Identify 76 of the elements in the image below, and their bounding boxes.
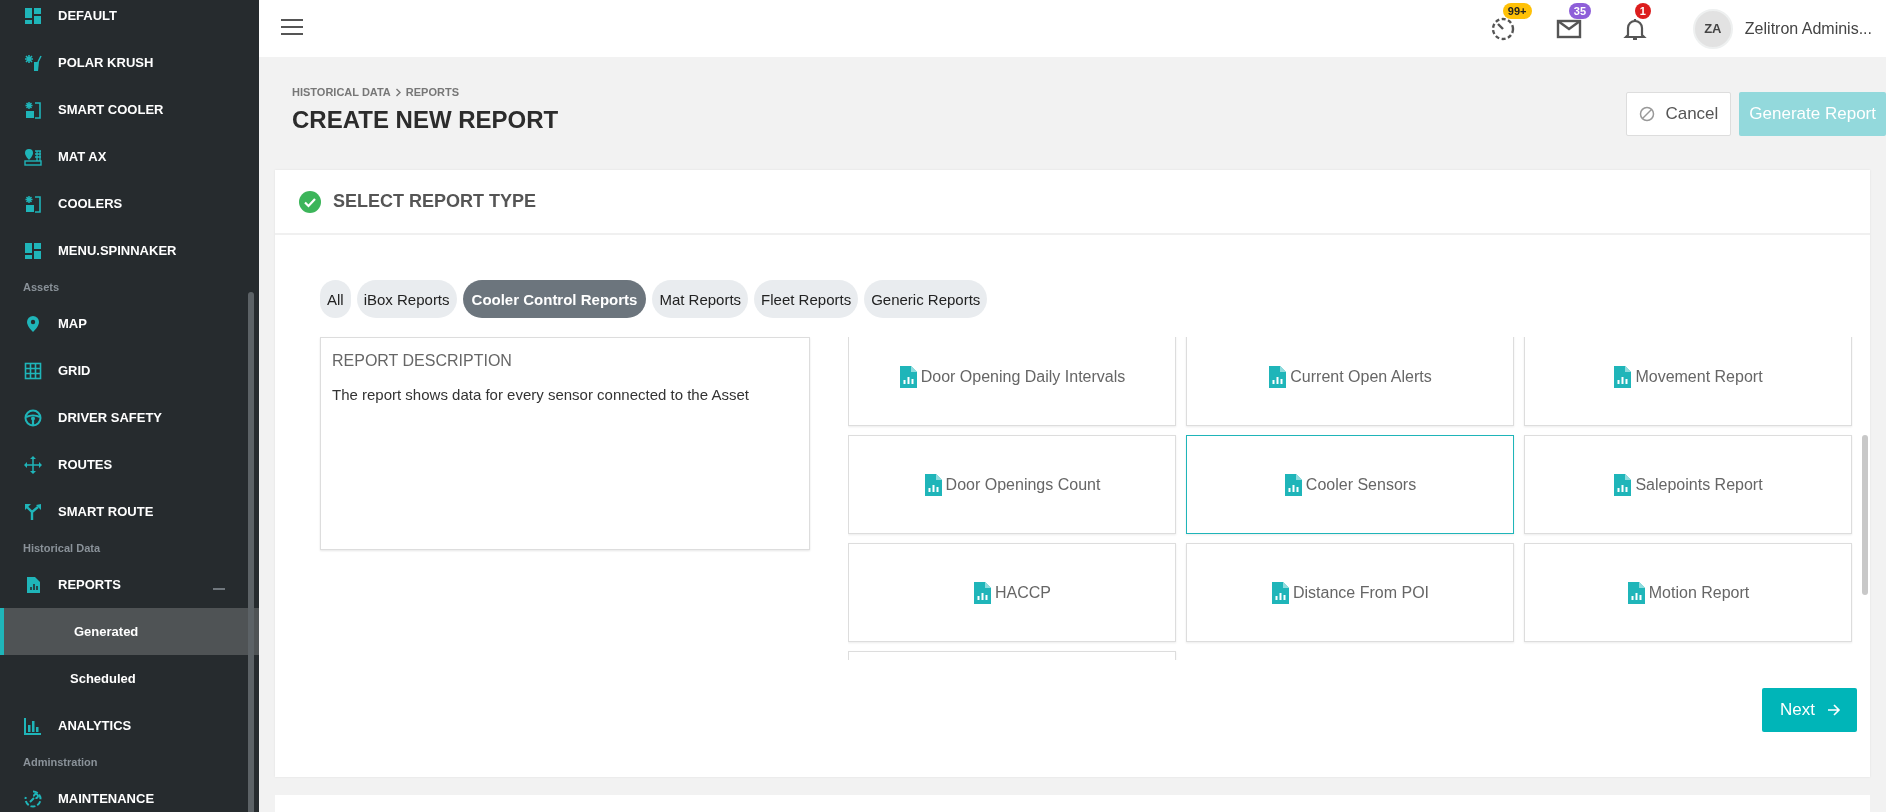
- sidebar-link[interactable]: MAP: [58, 316, 87, 331]
- report-tile[interactable]: Door Opening Daily Intervals: [848, 337, 1176, 426]
- dashboard-icon: [24, 241, 42, 260]
- scrollbar[interactable]: [1862, 435, 1868, 595]
- count-badge: 99+: [1502, 2, 1532, 19]
- map-pin-icon: [24, 314, 42, 333]
- sidebar-link[interactable]: SMART ROUTE: [58, 504, 154, 519]
- sidebar-link[interactable]: ANALYTICS: [58, 718, 132, 733]
- report-tile[interactable]: HACCP: [848, 543, 1176, 642]
- steering-wheel-icon: [24, 408, 42, 427]
- count-badge: 1: [1634, 2, 1651, 19]
- description-text: The report shows data for every sensor connected to the Asset: [332, 385, 750, 405]
- ban-icon: [1639, 106, 1656, 122]
- description-heading: REPORT DESCRIPTION: [332, 352, 513, 370]
- report-tile[interactable]: Movement Report: [1524, 337, 1852, 426]
- file-chart-icon: [1283, 473, 1302, 496]
- file-chart-icon: [1271, 581, 1289, 604]
- report-tile[interactable]: Motion Report: [1524, 543, 1852, 642]
- fridge-snowflake-icon: [24, 194, 42, 213]
- sidebar-link[interactable]: DEFAULT: [58, 8, 117, 23]
- count-badge: 35: [1568, 2, 1592, 19]
- page-title: CREATE NEW REPORT: [292, 106, 559, 134]
- sidebar-link[interactable]: ROUTES: [58, 457, 113, 472]
- report-tile[interactable]: Salepoints Report: [1524, 435, 1852, 534]
- file-chart-icon: [923, 473, 942, 496]
- sidebar-link[interactable]: POLAR KRUSH: [58, 55, 154, 70]
- filter-tab[interactable]: Mat Reports: [652, 280, 749, 318]
- submenu-item[interactable]: Scheduled: [0, 655, 259, 702]
- bar-chart-icon: [24, 716, 42, 735]
- arrow-right-icon: [1827, 704, 1841, 716]
- scrollbar[interactable]: [248, 292, 254, 812]
- report-tile[interactable]: Current Open Alerts: [1186, 337, 1514, 426]
- sidebar-link[interactable]: REPORTS: [58, 577, 121, 592]
- file-chart-icon: [1268, 365, 1287, 388]
- filter-tab[interactable]: Fleet Reports: [754, 280, 859, 318]
- file-chart-icon: [1613, 365, 1632, 388]
- report-tile[interactable]: Cooler Sensors: [1186, 435, 1514, 534]
- file-chart-icon: [1626, 581, 1645, 604]
- pin-grid-icon: [24, 147, 42, 166]
- file-chart-icon: [973, 581, 991, 604]
- report-tile[interactable]: Door Openings Count: [848, 435, 1176, 534]
- sidebar-link[interactable]: GRID: [58, 363, 91, 378]
- wrench-cycle-icon: [24, 789, 42, 808]
- file-chart-icon: [898, 365, 917, 388]
- section-label: Assets: [22, 280, 61, 295]
- move-arrows-icon: [24, 455, 42, 474]
- file-chart-icon: [24, 575, 42, 594]
- submenu-item[interactable]: Generated: [0, 608, 259, 655]
- section-label: Historical Data: [22, 541, 102, 556]
- menu-icon[interactable]: [281, 17, 303, 36]
- breadcrumb-item[interactable]: HISTORICAL DATA: [292, 86, 391, 98]
- snowflake-cup-icon: [24, 53, 42, 72]
- timer-icon[interactable]: [1489, 15, 1516, 42]
- chevron-right-icon: [394, 87, 402, 97]
- user-name[interactable]: Zelitron Adminis...: [1744, 19, 1872, 38]
- grid-icon: [24, 361, 42, 380]
- avatar[interactable]: ZA: [1692, 8, 1733, 49]
- cancel-button[interactable]: Cancel: [1626, 92, 1732, 136]
- sidebar-link[interactable]: MAT AX: [58, 149, 107, 164]
- sidebar-link[interactable]: MAINTENANCE: [58, 791, 155, 806]
- sidebar-link[interactable]: DRIVER SAFETY: [58, 410, 162, 425]
- fridge-snowflake-icon: [24, 100, 42, 119]
- sidebar-link[interactable]: SMART COOLER: [58, 102, 164, 117]
- breadcrumb-item: REPORTS: [405, 86, 459, 98]
- section-label: Adminstration: [22, 755, 99, 770]
- fork-arrow-icon: [24, 502, 42, 521]
- sidebar-link[interactable]: COOLERS: [58, 196, 123, 211]
- sidebar-link[interactable]: MENU.SPINNAKER: [58, 243, 177, 258]
- filter-tab[interactable]: iBox Reports: [356, 280, 457, 318]
- filter-tab[interactable]: Cooler Control Reports: [462, 280, 647, 318]
- filter-tab[interactable]: All: [320, 280, 351, 318]
- report-tile[interactable]: Distance From POI: [1186, 543, 1514, 642]
- step-title: SELECT REPORT TYPE: [333, 191, 537, 212]
- file-chart-icon: [1613, 473, 1632, 496]
- dashboard-icon: [24, 6, 42, 25]
- filter-tab[interactable]: Generic Reports: [864, 280, 988, 318]
